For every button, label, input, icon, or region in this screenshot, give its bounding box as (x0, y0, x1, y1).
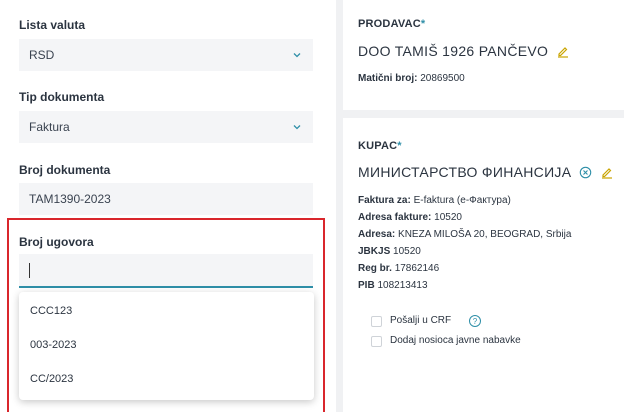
buyer-info-line: JBKJS 10520 (358, 246, 421, 257)
send-crf-label: Pošalji u CRF (390, 315, 452, 326)
doc-number-value: TAM1390-2023 (29, 192, 111, 206)
seller-mb: Matični broj: 20869500 (358, 73, 465, 84)
text-caret (29, 263, 30, 278)
add-procurement-holder-label: Dodaj nosioca javne nabavke (390, 335, 521, 346)
buyer-card: KUPAC* МИНИСТАРСТВО ФИНАНСИЈА Faktura za… (343, 118, 624, 412)
doc-number-label: Broj dokumenta (19, 163, 111, 177)
edit-pencil-icon[interactable] (600, 165, 614, 179)
buyer-name-row: МИНИСТАРСТВО ФИНАНСИЈА (358, 164, 614, 180)
currency-value: RSD (29, 48, 55, 62)
edit-pencil-icon[interactable] (556, 44, 570, 58)
chevron-down-icon (293, 125, 301, 130)
buyer-info-line: Reg br. 17862146 (358, 263, 440, 274)
document-form-panel: Lista valuta RSD Tip dokumenta Faktura B… (0, 0, 336, 412)
seller-title: PRODAVAC* (358, 18, 426, 30)
buyer-title: KUPAC* (358, 140, 402, 152)
buyer-name: МИНИСТАРСТВО ФИНАНСИЈА (358, 164, 572, 180)
contract-number-input[interactable] (19, 254, 313, 288)
chevron-down-icon (293, 53, 301, 58)
doc-type-select[interactable]: Faktura (19, 111, 313, 143)
buyer-info-line: Adresa fakture: 10520 (358, 212, 462, 223)
help-icon[interactable]: ? (469, 315, 481, 327)
doc-number-input[interactable]: TAM1390-2023 (19, 183, 313, 215)
add-procurement-holder-checkbox[interactable] (371, 336, 382, 347)
send-crf-checkbox[interactable] (371, 316, 382, 327)
currency-select[interactable]: RSD (19, 39, 313, 71)
contract-dropdown: CCC123 003-2023 CC/2023 (19, 292, 314, 400)
contract-label: Broj ugovora (19, 235, 94, 249)
contract-option[interactable]: CCC123 (30, 305, 72, 317)
buyer-info-line: Adresa: KNEZA MILOŠA 20, BEOGRAD, Srbija (358, 229, 572, 240)
remove-circle-icon[interactable] (579, 166, 592, 179)
buyer-info-line: PIB 108213413 (358, 280, 428, 291)
buyer-info-line: Faktura za: E-faktura (е-Фактура) (358, 195, 511, 206)
currency-label: Lista valuta (19, 18, 86, 32)
contract-option[interactable]: CC/2023 (30, 373, 73, 385)
doc-type-value: Faktura (29, 120, 70, 134)
seller-name-row: DOO TAMIŠ 1926 PANČEVO (358, 43, 570, 59)
seller-card: PRODAVAC* DOO TAMIŠ 1926 PANČEVO Matični… (343, 0, 624, 110)
seller-name: DOO TAMIŠ 1926 PANČEVO (358, 43, 549, 59)
contract-option[interactable]: 003-2023 (30, 339, 77, 351)
doc-type-label: Tip dokumenta (19, 90, 105, 104)
